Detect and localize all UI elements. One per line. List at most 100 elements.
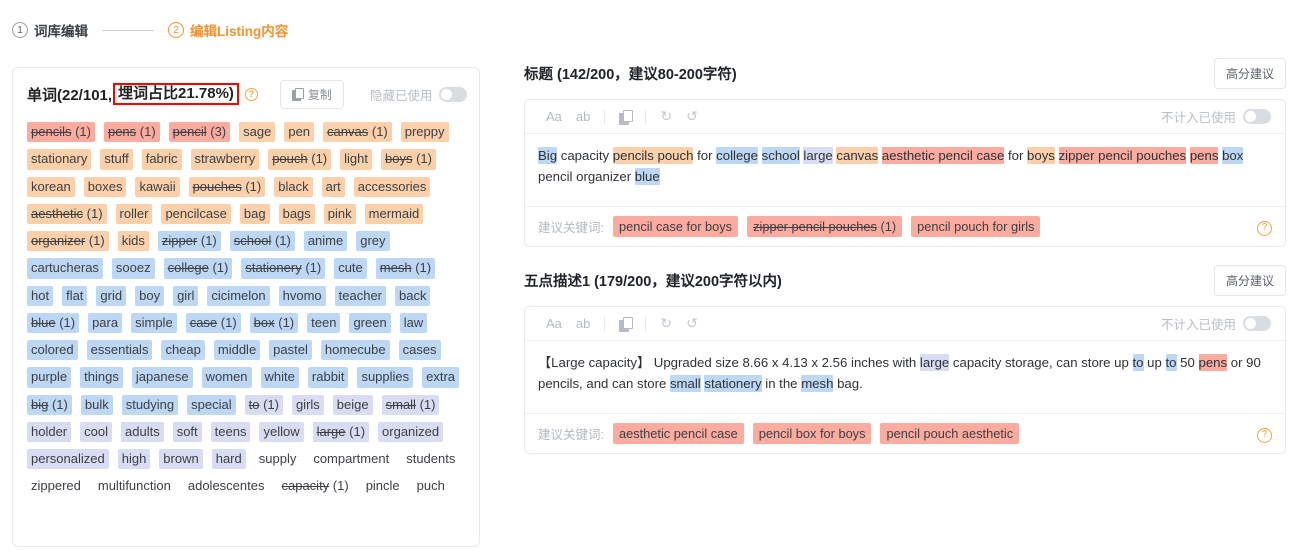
word-tag[interactable]: cicimelon [207,285,270,306]
word-tag[interactable]: black [274,176,313,197]
word-tag[interactable]: stuff [100,149,133,170]
word-tag[interactable]: para [88,312,123,333]
suggested-keyword[interactable]: pencil case for boys [612,216,739,237]
word-tag[interactable]: bulk [80,394,113,415]
not-counted-toggle-group[interactable]: 不计入已使用 [1161,107,1271,126]
word-tag[interactable]: purple [27,367,72,388]
word-tag[interactable]: school (1) [229,231,295,252]
redo-icon[interactable]: ↺ [679,106,705,128]
high-score-advice-button[interactable]: 高分建议 [1213,264,1286,296]
copy-icon[interactable] [612,313,638,335]
word-tag[interactable]: grid [96,285,127,306]
word-tag[interactable]: roller [115,203,153,224]
undo-icon[interactable]: ↻ [653,313,679,335]
redo-icon[interactable]: ↺ [679,313,705,335]
word-tag[interactable]: homecube [320,340,390,361]
word-tag[interactable]: boxes [83,176,127,197]
word-tag[interactable]: stationery (1) [241,258,326,279]
word-tag[interactable]: sage [239,122,276,143]
word-tag[interactable]: holder [27,421,72,442]
word-tag[interactable]: multifunction [94,476,175,496]
word-tag[interactable]: box (1) [249,312,299,333]
word-tag[interactable]: soft [172,421,202,442]
word-tag[interactable]: kids [117,231,149,252]
word-tag[interactable]: cheap [161,340,205,361]
word-tag[interactable]: mermaid [364,203,424,224]
question-circle-icon[interactable]: ? [244,87,258,101]
editor-content[interactable]: 【Large capacity】 Upgraded size 8.66 x 4.… [525,341,1285,413]
word-tag[interactable]: pouches (1) [188,176,266,197]
word-tag[interactable]: pencil (3) [168,122,231,143]
word-tag[interactable]: students [402,449,459,469]
word-tag[interactable]: studying [121,394,179,415]
word-tag[interactable]: anime [303,231,348,252]
question-circle-icon[interactable]: ? [1257,427,1272,443]
word-tag[interactable]: supply [255,449,301,469]
uppercase-icon[interactable]: Aa [539,313,569,335]
word-tag[interactable]: pink [323,203,356,224]
word-tag[interactable]: korean [27,176,75,197]
word-tag[interactable]: pincle [362,476,404,496]
word-tag[interactable]: pen [284,122,315,143]
hide-used-switch[interactable] [439,86,468,102]
word-tag[interactable]: hard [211,449,246,470]
word-tag[interactable]: things [80,367,123,388]
word-tag[interactable]: capacity (1) [277,476,352,496]
word-tag[interactable]: case (1) [185,312,241,333]
word-tag[interactable]: simple [131,312,177,333]
word-tag[interactable]: big (1) [27,394,72,415]
word-tag[interactable]: kawaii [135,176,180,197]
not-counted-switch[interactable] [1243,109,1271,124]
word-tag[interactable]: light [340,149,372,170]
word-tag[interactable]: pencilcase [161,203,231,224]
suggested-keyword[interactable]: zipper pencil pouches (1) [747,216,903,237]
suggested-keyword[interactable]: pencil box for boys [752,423,872,444]
word-tag[interactable]: beige [332,394,373,415]
word-tag[interactable]: bag [239,203,270,224]
word-tag[interactable]: sooez [111,258,155,279]
word-tag[interactable]: flat [62,285,88,306]
word-tag[interactable]: white [260,367,299,388]
word-tag[interactable]: rabbit [307,367,349,388]
word-tag[interactable]: middle [213,340,261,361]
word-tag[interactable]: art [321,176,345,197]
word-tag[interactable]: hot [27,285,54,306]
word-tag[interactable]: aesthetic (1) [27,203,107,224]
word-tag[interactable]: cute [334,258,367,279]
word-tag[interactable]: compartment [309,449,393,469]
word-tag[interactable]: zipper (1) [157,231,221,252]
word-tag[interactable]: preppy [400,122,449,143]
word-tag[interactable]: puch [413,476,449,496]
word-tag[interactable]: to (1) [244,394,283,415]
word-tag[interactable]: back [395,285,431,306]
word-tag[interactable]: special [187,394,236,415]
word-tag[interactable]: pencils (1) [27,122,95,143]
not-counted-switch[interactable] [1243,316,1271,331]
high-score-advice-button[interactable]: 高分建议 [1213,57,1286,89]
word-tag[interactable]: grey [356,231,390,252]
breadcrumb-step-1[interactable]: 1 词库编辑 [12,20,88,40]
word-tag[interactable]: zippered [27,476,85,496]
word-tag[interactable]: strawberry [190,149,260,170]
copy-icon[interactable] [612,106,638,128]
lowercase-icon[interactable]: ab [569,106,597,128]
editor-content[interactable]: Big capacity pencils pouch for college s… [525,134,1285,206]
hide-used-toggle-group[interactable]: 隐藏已使用 [370,85,468,104]
word-tag[interactable]: pouch (1) [268,149,332,170]
suggested-keyword[interactable]: pencil pouch for girls [911,216,1041,237]
undo-icon[interactable]: ↻ [653,106,679,128]
word-tag[interactable]: yellow [259,421,304,442]
word-tag[interactable]: cool [80,421,112,442]
word-tag[interactable]: large (1) [312,421,370,442]
word-tag[interactable]: teens [210,421,251,442]
word-tag[interactable]: adolescentes [184,476,269,496]
word-tag[interactable]: boy [135,285,165,306]
lowercase-icon[interactable]: ab [569,313,597,335]
word-tag[interactable]: cartucheras [27,258,103,279]
word-tag[interactable]: college (1) [163,258,233,279]
word-tag[interactable]: girl [173,285,199,306]
word-tag[interactable]: organizer (1) [27,231,109,252]
word-tag[interactable]: pastel [269,340,312,361]
copy-button[interactable]: 复制 [279,79,344,109]
word-tag[interactable]: japanese [131,367,193,388]
